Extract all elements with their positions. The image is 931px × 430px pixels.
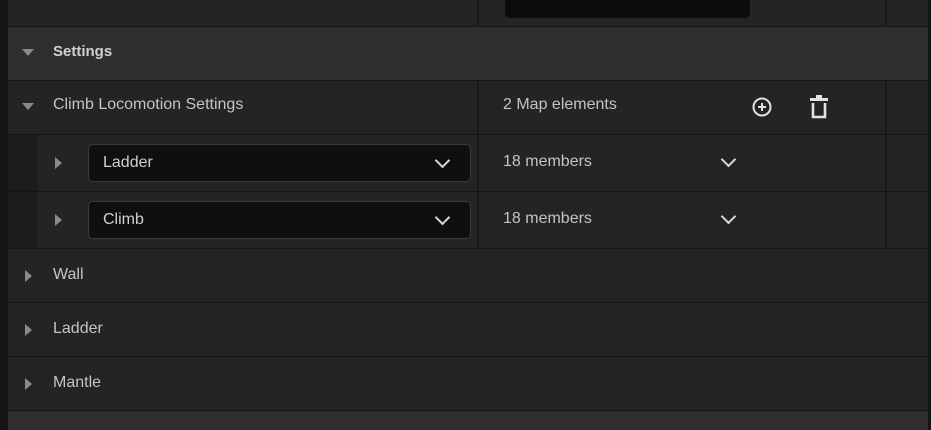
combobox-value: Climb bbox=[103, 211, 144, 228]
chevron-down-icon[interactable] bbox=[720, 151, 737, 168]
category-wall[interactable]: Wall bbox=[8, 249, 928, 303]
expand-arrow-icon[interactable] bbox=[55, 157, 62, 169]
category-label: Settings bbox=[53, 43, 113, 60]
column-divider bbox=[477, 192, 479, 248]
expand-arrow-icon[interactable] bbox=[22, 103, 34, 110]
category-label: Ladder bbox=[53, 320, 103, 337]
column-divider bbox=[477, 135, 479, 191]
chevron-down-icon bbox=[434, 152, 451, 169]
struct-members-count: 18 members bbox=[503, 153, 592, 170]
column-divider bbox=[885, 135, 887, 191]
column-divider bbox=[477, 81, 479, 134]
column-divider bbox=[885, 192, 887, 248]
indent-gutter bbox=[8, 192, 38, 248]
map-key-combobox[interactable]: Ladder bbox=[88, 144, 471, 182]
chevron-down-icon bbox=[434, 209, 451, 226]
combobox-value: Ladder bbox=[103, 154, 153, 171]
details-panel: Settings Climb Locomotion Settings 2 Map… bbox=[0, 0, 931, 430]
struct-members-count: 18 members bbox=[503, 210, 592, 227]
map-elements-count: 2 Map elements bbox=[503, 96, 617, 113]
expand-arrow-icon[interactable] bbox=[25, 378, 32, 390]
value-field[interactable] bbox=[505, 0, 750, 18]
property-row-climb-locomotion: Climb Locomotion Settings 2 Map elements bbox=[8, 81, 928, 135]
property-label: Climb Locomotion Settings bbox=[53, 96, 244, 113]
category-ladder[interactable]: Ladder bbox=[8, 303, 928, 357]
category-settings[interactable]: Settings bbox=[8, 27, 928, 81]
plus-circle-icon[interactable] bbox=[751, 96, 773, 118]
indent-gutter bbox=[8, 135, 38, 191]
category-row-partial bbox=[8, 411, 928, 430]
map-entry-row: Climb 18 members bbox=[8, 192, 928, 249]
category-label: Wall bbox=[53, 266, 84, 283]
property-row-partial bbox=[8, 0, 928, 27]
column-divider bbox=[885, 81, 887, 134]
expand-arrow-icon[interactable] bbox=[22, 49, 34, 56]
category-mantle[interactable]: Mantle bbox=[8, 357, 928, 411]
expand-arrow-icon[interactable] bbox=[25, 324, 32, 336]
expand-arrow-icon[interactable] bbox=[55, 214, 62, 226]
chevron-down-icon[interactable] bbox=[720, 208, 737, 225]
category-label: Mantle bbox=[53, 374, 102, 391]
map-key-combobox[interactable]: Climb bbox=[88, 201, 471, 239]
column-divider bbox=[477, 0, 479, 26]
column-divider bbox=[885, 0, 887, 26]
trash-icon[interactable] bbox=[808, 94, 830, 120]
expand-arrow-icon[interactable] bbox=[25, 270, 32, 282]
panel-left-border bbox=[0, 0, 8, 430]
map-entry-row: Ladder 18 members bbox=[8, 135, 928, 192]
